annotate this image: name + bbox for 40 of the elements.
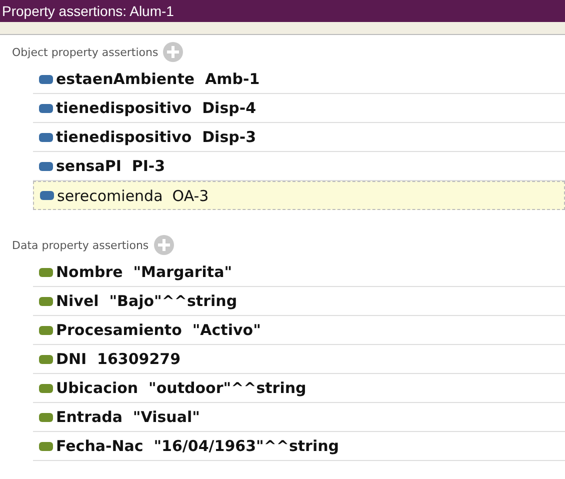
property-icon xyxy=(39,162,53,170)
assertion-row[interactable]: tienedispositivo Disp-3 xyxy=(33,123,565,152)
assertion-row[interactable]: estaenAmbiente Amb-1 xyxy=(33,65,565,94)
assertion-text: Nombre "Margarita" xyxy=(56,263,232,281)
assertion-text: Fecha-Nac "16/04/1963"^^string xyxy=(56,437,340,455)
assertion-row[interactable]: Nivel "Bajo"^^string xyxy=(33,287,565,316)
property-icon xyxy=(40,191,54,200)
property-icon xyxy=(39,104,53,112)
assertion-row[interactable]: serecomienda OA-3 xyxy=(33,181,565,210)
add-icon[interactable] xyxy=(163,42,184,62)
assertion-row[interactable]: DNI 16309279 xyxy=(33,345,565,374)
property-icon xyxy=(39,326,53,334)
property-icon xyxy=(39,132,53,142)
assertion-row[interactable]: Fecha-Nac "16/04/1963"^^string xyxy=(33,432,565,461)
assertion-text: tienedispositivo Disp-3 xyxy=(56,128,256,146)
add-icon[interactable] xyxy=(154,235,174,255)
property-icon xyxy=(39,384,53,392)
section-label: Object property assertions xyxy=(12,46,158,58)
property-icon xyxy=(39,412,53,422)
property-icon xyxy=(39,354,53,364)
property-icon xyxy=(39,296,53,306)
assertion-text: Nivel "Bajo"^^string xyxy=(56,292,238,310)
assertion-text: Procesamiento "Activo" xyxy=(56,321,261,339)
property-icon xyxy=(39,268,53,276)
property-icon xyxy=(39,442,53,450)
assertion-row[interactable]: Entrada "Visual" xyxy=(33,403,565,432)
property-icon xyxy=(39,74,53,84)
assertion-row[interactable]: Ubicacion "outdoor"^^string xyxy=(33,374,565,403)
assertion-text: Entrada "Visual" xyxy=(56,408,200,426)
assertion-text: tienedispositivo Disp-4 xyxy=(56,99,256,117)
assertion-row[interactable]: tienedispositivo Disp-4 xyxy=(33,94,565,123)
assertion-text: serecomienda OA-3 xyxy=(57,186,209,204)
assertion-row[interactable]: Nombre "Margarita" xyxy=(33,258,565,287)
assertion-text: sensaPI PI-3 xyxy=(56,157,166,175)
assertion-row[interactable]: Procesamiento "Activo" xyxy=(33,316,565,345)
assertion-text: estaenAmbiente Amb-1 xyxy=(56,70,260,88)
window-title: Property assertions: Alum-1 xyxy=(0,0,565,22)
section-label: Data property assertions xyxy=(12,238,149,252)
assertion-text: Ubicacion "outdoor"^^string xyxy=(56,379,306,397)
assertion-text: DNI 16309279 xyxy=(56,350,181,368)
